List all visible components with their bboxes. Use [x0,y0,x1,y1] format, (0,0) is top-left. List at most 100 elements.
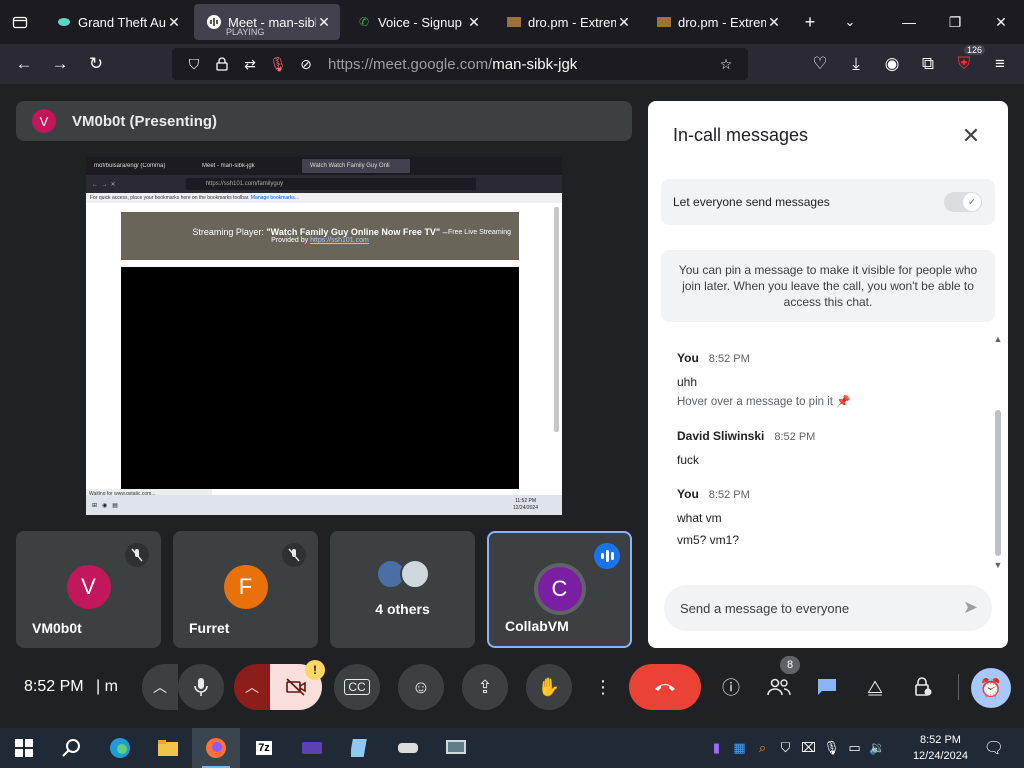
message-group[interactable]: You 8:52 PM uhh Hover over a message to p… [677,351,977,413]
close-tab-icon[interactable]: ✕ [616,14,632,31]
back-icon[interactable]: ← [6,48,42,80]
close-window-icon[interactable]: ✕ [978,0,1024,44]
new-tab-icon[interactable]: + [790,0,830,44]
participant-tile-vm0b0t[interactable]: V VM0b0t [16,531,161,648]
network-icon[interactable]: ▭ [843,740,866,756]
url-text[interactable]: https://meet.google.com/man-sibk-jgk [328,56,712,73]
lock-icon[interactable] [208,57,236,71]
7zip-icon[interactable]: 7z [240,728,288,768]
message-input[interactable]: Send a message to everyone ➤ [664,585,992,631]
forward-icon[interactable]: → [42,48,78,80]
meeting-info-icon[interactable]: ⓘ [718,674,744,700]
close-tab-icon[interactable]: ✕ [766,14,782,31]
browser-tab-voice[interactable]: ✆ Voice - Signup ✕ [344,4,490,40]
message-author: You [677,351,699,365]
permissions-icon[interactable]: ⇄ [236,56,264,73]
downloads-icon[interactable]: ⤓ [838,48,874,80]
video-options-button[interactable]: ︿ [234,664,270,710]
url-bar[interactable]: ⛉ ⇄ 🎙 ⊘ https://meet.google.com/man-sibk… [172,48,748,80]
edge-icon[interactable] [96,728,144,768]
mic-blocked-icon[interactable]: 🎙 [264,56,292,73]
close-tab-icon[interactable]: ✕ [166,14,182,31]
camera-off-icon [286,678,306,696]
shield-icon[interactable]: ⛉ [774,740,797,756]
participant-tile-furret[interactable]: F Furret [173,531,318,648]
file-icon [656,14,672,30]
scroll-up-icon[interactable]: ▲ [992,334,1004,344]
meeting-clock: 8:52 PM [24,678,84,695]
close-tab-icon[interactable]: ✕ [316,14,332,31]
host-controls-icon[interactable] [910,674,936,700]
app-icon[interactable] [288,728,336,768]
people-icon[interactable] [766,674,792,700]
browser-tab-dro-2[interactable]: dro.pm - Extrem ✕ [644,4,790,40]
captions-button[interactable]: CC [334,664,380,710]
reload-icon[interactable]: ↻ [78,48,114,80]
message-group[interactable]: David Sliwinski 8:52 PM fuck [677,429,977,471]
close-tab-icon[interactable]: ✕ [466,14,482,31]
more-options-button[interactable]: ⋮ [590,664,616,710]
game-icon[interactable] [384,728,432,768]
send-messages-toggle[interactable]: ✓ [944,192,982,212]
message-time: 8:52 PM [708,353,750,365]
send-icon[interactable]: ➤ [963,597,978,618]
notification-icon[interactable]: 🗨 [984,738,1004,758]
browser-tab-gta[interactable]: Grand Theft Aut ✕ [44,4,190,40]
system-tray: ▮ ▦ ⌕ ⛉ ⌧ 🎙 ▭ 🔉 [705,728,889,768]
permission-label: Let everyone send messages [673,195,830,209]
usb-icon[interactable]: ⌧ [797,740,820,756]
captions-icon: CC [344,679,370,695]
search-icon[interactable] [48,728,96,768]
tray-search-icon[interactable]: ⌕ [751,740,774,756]
minimize-icon[interactable]: — [886,0,932,44]
file-explorer-icon[interactable] [144,728,192,768]
mic-off-icon [125,543,149,567]
shield-icon[interactable]: ⛉ [180,56,208,73]
mic-off-icon [282,543,306,567]
notepad-icon[interactable] [336,728,384,768]
volume-icon[interactable]: 🔉 [866,740,889,756]
raise-hand-button[interactable]: ✋ [526,664,572,710]
chat-panel: In-call messages ✕ Let everyone send mes… [648,101,1008,648]
windows-start-icon[interactable] [0,728,48,768]
tray-app-icon[interactable]: ▮ [705,740,728,756]
extensions-icon[interactable]: ⧉ [910,48,946,80]
browser-tab-meet[interactable]: Meet - man-sibk PLAYING ✕ [194,4,340,40]
pocket-icon[interactable]: ♡ [802,48,838,80]
maximize-icon[interactable]: ❐ [932,0,978,44]
message-permission-row: Let everyone send messages ✓ [661,179,995,225]
chat-scrollbar[interactable]: ▲ ▼ [992,334,1004,570]
participant-tile-collabvm[interactable]: C CollabVM [487,531,632,648]
emoji-icon: ☺ [411,676,431,697]
shared-page: Streaming Player: "Watch Family Guy Onli… [86,203,562,489]
menu-icon[interactable]: ≡ [982,48,1018,80]
close-icon[interactable]: ✕ [956,121,986,151]
leave-call-button[interactable] [629,664,701,710]
mic-button[interactable] [178,664,224,710]
audio-options-button[interactable]: ︿ [142,664,178,710]
tab-title: dro.pm - Extrem [528,14,616,30]
activities-icon[interactable]: ⧋ [862,674,888,700]
account-icon[interactable]: ◉ [874,48,910,80]
chevron-down-icon[interactable]: ⌄ [830,0,870,44]
autoplay-blocked-icon[interactable]: ⊘ [292,56,320,73]
ublock-icon[interactable]: ⛨ 126 [946,45,986,80]
participant-tile-others[interactable]: 4 others [330,531,475,648]
network-app-icon[interactable] [432,728,480,768]
emoji-button[interactable]: ☺ [398,664,444,710]
alarm-clock-icon[interactable]: ⏰ [971,668,1011,708]
scroll-down-icon[interactable]: ▼ [992,560,1004,570]
tab-list-icon[interactable] [0,0,40,44]
chat-icon[interactable] [814,674,840,700]
mic-icon[interactable]: 🎙 [820,740,843,756]
scroll-thumb[interactable] [995,410,1001,556]
message-text: uhh [677,375,698,389]
message-group[interactable]: You 8:52 PM what vm vm5? vm1? [677,487,977,551]
present-button[interactable]: ⇪ [462,664,508,710]
browser-tab-dro-1[interactable]: dro.pm - Extrem ✕ [494,4,640,40]
shared-nav-bar: ← → ✕ https://ssh101.com/familyguy [86,175,562,193]
tray-app-icon[interactable]: ▦ [728,740,751,756]
taskbar-clock[interactable]: 8:52 PM 12/24/2024 [913,732,968,764]
bookmark-star-icon[interactable]: ☆ [712,56,740,73]
firefox-icon[interactable] [192,728,240,768]
